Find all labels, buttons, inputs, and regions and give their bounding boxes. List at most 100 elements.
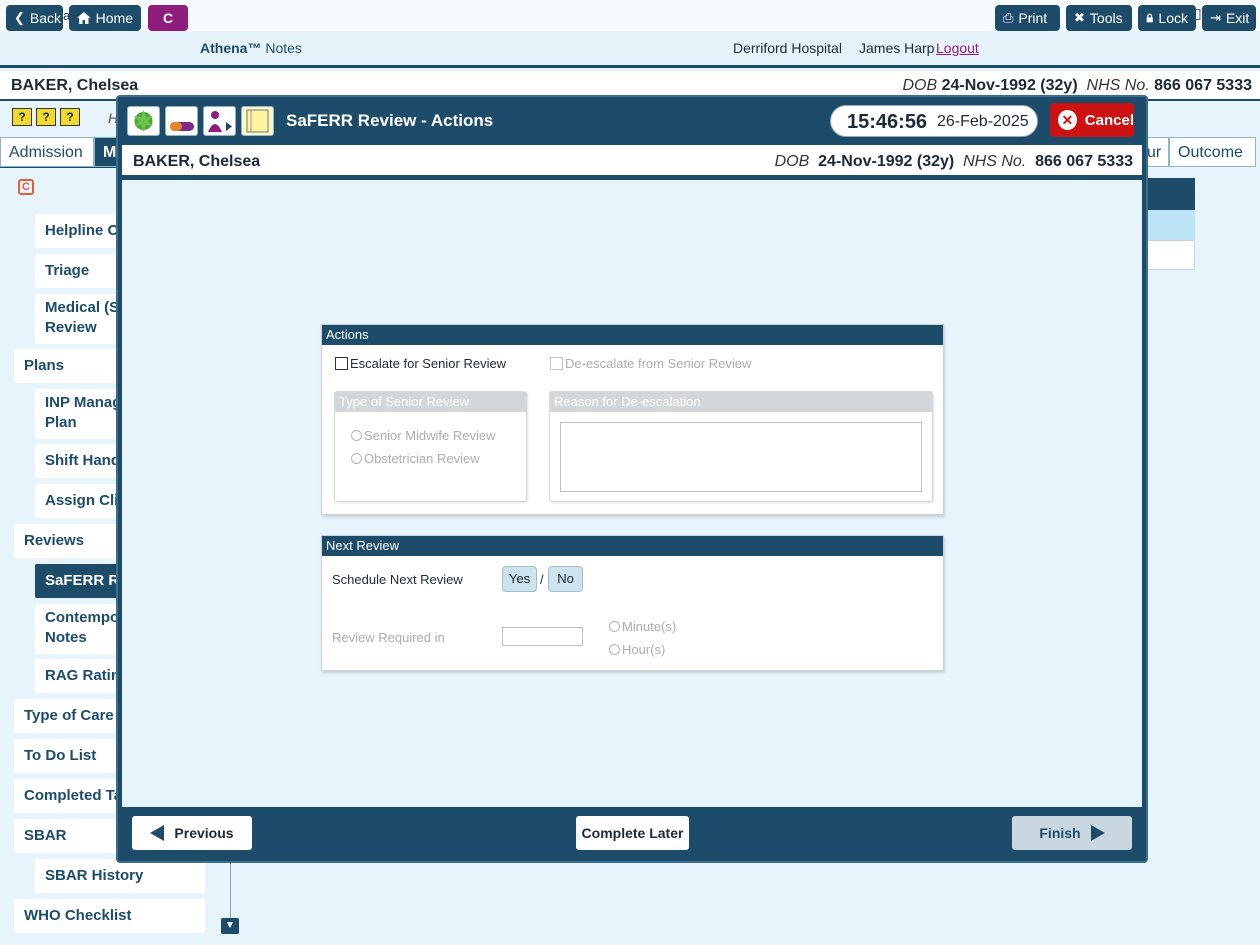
actions-panel-header: Actions — [322, 325, 943, 345]
senior-midwife-label: Senior Midwife Review — [364, 428, 496, 443]
review-type-header: Type of Senior Review Required — [335, 392, 526, 424]
exit-button[interactable]: ⇥ Exit — [1202, 5, 1256, 31]
close-circle-icon: ✕ — [1058, 110, 1077, 130]
nhs-label: NHS No. — [963, 153, 1027, 170]
dob-label: DOB — [774, 153, 810, 170]
obstetrician-label: Obstetrician Review — [364, 451, 480, 466]
escalate-checkbox[interactable] — [335, 357, 348, 370]
home-label: Home — [95, 10, 133, 26]
deescalation-reason-textarea[interactable] — [560, 422, 922, 492]
dialog-patient-name: BAKER, Chelsea — [133, 153, 261, 170]
notepad-icon[interactable] — [241, 106, 274, 136]
arrow-right-icon — [1090, 825, 1105, 841]
clock-time: 15:46:56 — [847, 111, 928, 133]
dialog-footer: Previous Complete Later Finish — [122, 807, 1142, 859]
sidebar-item-sbar-history[interactable]: SBAR History — [35, 859, 205, 893]
help-icon[interactable]: ? — [36, 108, 56, 126]
flower-icon[interactable] — [127, 106, 160, 136]
saferr-actions-dialog: SaFERR Review - Actions 15:46:56 26-Feb-… — [116, 95, 1148, 863]
obstetrician-radio[interactable] — [351, 453, 362, 464]
lock-icon — [1146, 13, 1153, 23]
brand-title: Athena™ Notes — [200, 40, 302, 56]
nhs-value: 866 067 5333 — [1035, 153, 1133, 170]
patient-info: DOB 24-Nov-1992 (32y) NHS No. 866 067 53… — [902, 77, 1252, 95]
chevron-left-icon: ❮ — [14, 10, 25, 25]
exit-label: Exit — [1225, 10, 1250, 26]
tools-button[interactable]: ✖ Tools — [1066, 5, 1132, 31]
cancel-label: Cancel — [1084, 111, 1134, 129]
grid-row[interactable] — [1140, 240, 1195, 270]
logout-link[interactable]: Logout — [936, 40, 979, 56]
pill-icon[interactable] — [165, 106, 198, 136]
senior-midwife-radio[interactable] — [351, 430, 362, 441]
background-grid — [1140, 178, 1195, 270]
dob-value: 24-Nov-1992 (32y) — [941, 77, 1078, 94]
tab-admission[interactable]: Admission — [0, 137, 94, 167]
deescalate-label: De-escalate from Senior Review — [565, 356, 752, 371]
dob-value: 24-Nov-1992 (32y) — [818, 153, 955, 170]
help-icon[interactable]: ? — [60, 108, 80, 126]
complete-later-button[interactable]: Complete Later — [576, 816, 689, 850]
schedule-next-review-label: Schedule Next Review — [332, 572, 463, 587]
patient-name: BAKER, Chelsea — [11, 77, 139, 94]
help-icon[interactable]: ? — [12, 108, 32, 126]
minutes-radio[interactable] — [609, 621, 620, 632]
c-button[interactable]: C — [148, 5, 188, 31]
deescalate-checkbox[interactable] — [550, 357, 563, 370]
finish-button[interactable]: Finish — [1012, 816, 1132, 850]
grid-row[interactable] — [1140, 210, 1195, 240]
dob-label: DOB — [902, 77, 938, 94]
deescalation-reason-box: Reason for De-escalation — [549, 391, 933, 502]
review-required-in-label: Review Required in — [332, 630, 445, 645]
person-icon[interactable] — [203, 106, 236, 136]
grid-header — [1140, 178, 1195, 210]
alert-icon-row: ? ? ? — [12, 108, 80, 126]
dialog-title: SaFERR Review - Actions — [286, 111, 494, 130]
minutes-label: Minute(s) — [622, 619, 677, 634]
printer-icon: ⎙ — [1003, 10, 1014, 25]
tools-label: Tools — [1089, 10, 1123, 26]
back-label: Back — [29, 10, 62, 26]
next-review-header: Next Review — [322, 536, 943, 556]
home-button[interactable]: Home — [69, 5, 141, 31]
hospital-name: Derriford Hospital — [733, 40, 842, 56]
dialog-body: Actions Escalate for Senior Review De-es… — [122, 180, 1142, 807]
exit-icon: ⇥ — [1210, 10, 1221, 25]
main-toolbar — [0, 31, 1260, 68]
finish-label: Finish — [1039, 825, 1081, 841]
previous-button[interactable]: Previous — [132, 816, 252, 850]
scroll-down-icon[interactable]: ▼ — [221, 918, 239, 934]
lock-button[interactable]: Lock — [1138, 5, 1196, 31]
previous-label: Previous — [174, 825, 234, 841]
review-type-box: Type of Senior Review Required Senior Mi… — [334, 391, 527, 502]
back-button[interactable]: ❮ Back — [6, 5, 63, 31]
clock-date: 26-Feb-2025 — [937, 113, 1029, 130]
user-name: James Harp — [859, 40, 935, 56]
brand-suffix: Notes — [265, 40, 302, 56]
sidebar-item-who-checklist[interactable]: WHO Checklist — [14, 899, 205, 933]
dialog-patient-info: DOB 24-Nov-1992 (32y) NHS No. 866 067 53… — [775, 153, 1133, 171]
print-button[interactable]: ⎙ Print — [995, 5, 1060, 31]
hours-radio[interactable] — [609, 644, 620, 655]
actions-panel: Actions Escalate for Senior Review De-es… — [321, 324, 944, 515]
tools-icon: ✖ — [1074, 10, 1085, 25]
deescalation-reason-header: Reason for De-escalation — [550, 392, 932, 412]
arrow-left-icon — [150, 825, 165, 841]
next-review-panel: Next Review Schedule Next Review Yes / N… — [321, 535, 944, 671]
cancel-button[interactable]: ✕ Cancel — [1050, 103, 1134, 137]
tab-outcome[interactable]: Outcome — [1169, 137, 1256, 167]
home-icon — [77, 12, 91, 24]
dialog-header: SaFERR Review - Actions 15:46:56 26-Feb-… — [118, 97, 1146, 143]
yes-no-separator: / — [540, 572, 544, 587]
nhs-label: NHS No. — [1086, 77, 1150, 94]
yes-button[interactable]: Yes — [502, 566, 537, 592]
print-label: Print — [1018, 10, 1048, 26]
no-button[interactable]: No — [548, 566, 583, 592]
escalate-label[interactable]: Escalate for Senior Review — [350, 356, 506, 371]
review-interval-input[interactable] — [502, 627, 583, 646]
brand-name: Athena™ — [200, 40, 262, 56]
lock-label: Lock — [1158, 10, 1188, 26]
c-logo-icon: C — [18, 179, 34, 195]
clock-display: 15:46:56 26-Feb-2025 — [830, 105, 1038, 137]
nhs-value: 866 067 5333 — [1154, 77, 1252, 94]
